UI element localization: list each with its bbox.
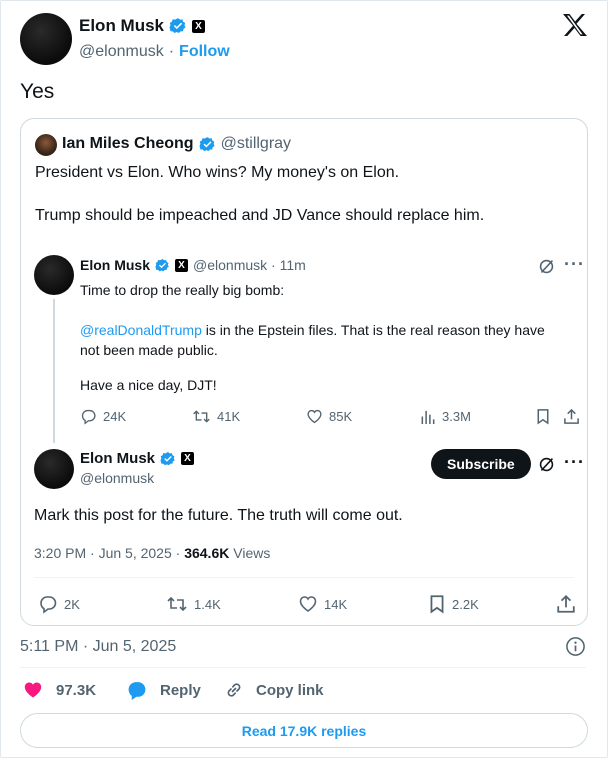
quoted-author-handle[interactable]: @stillgray: [221, 135, 291, 153]
quoted-author-name[interactable]: Ian Miles Cheong: [62, 135, 194, 153]
x-affiliate-badge-icon: X: [192, 19, 206, 33]
inner-repost-count: 41K: [217, 409, 241, 424]
link-icon: [227, 683, 241, 697]
more-options-icon[interactable]: ···: [564, 254, 585, 275]
x-logo-icon[interactable]: [562, 13, 588, 37]
inner-views-count: 3.3M: [442, 409, 471, 424]
quoted-author-row: Ian Miles Cheong @stillgray: [62, 135, 291, 153]
inner-author-handle-time: @elonmusk · 11m: [193, 257, 306, 273]
second-bookmark-action[interactable]: 2.2K: [428, 594, 479, 614]
second-author-name[interactable]: Elon Musk: [80, 450, 155, 467]
grok-icon[interactable]: [538, 456, 555, 473]
bookmark-icon: [430, 595, 444, 614]
reply-icon: [40, 596, 57, 614]
second-like-count: 14K: [324, 596, 348, 612]
inner-text-line2: @realDonaldTrump is in the Epstein files…: [80, 320, 580, 360]
inner-views-action[interactable]: 3.3M: [420, 408, 471, 425]
inner-reply-count: 24K: [103, 409, 127, 424]
quoted-author-avatar[interactable]: [35, 134, 57, 156]
views-icon: [421, 410, 435, 425]
verified-badge-icon: [169, 18, 186, 34]
divider: [20, 667, 586, 668]
x-affiliate-badge-icon: X: [181, 452, 195, 465]
inner-text-line2-cont: not been made public.: [80, 342, 218, 358]
like-count: 97.3K: [56, 681, 97, 699]
second-author-avatar[interactable]: [34, 449, 74, 489]
like-action[interactable]: 97.3K: [22, 680, 96, 700]
grok-icon[interactable]: [538, 258, 555, 275]
mention-link[interactable]: @realDonaldTrump: [80, 322, 202, 338]
author-handle[interactable]: @elonmusk: [79, 43, 164, 61]
follow-link[interactable]: Follow: [179, 43, 230, 61]
second-like-action[interactable]: 14K: [298, 594, 347, 614]
second-reply-count: 2K: [64, 596, 80, 612]
heart-icon: [299, 596, 317, 612]
second-post-meta: 3:20 PM · Jun 5, 2025 · 364.6K Views: [34, 545, 270, 561]
heart-icon: [307, 409, 322, 424]
inner-text-line2-rest: is in the Epstein files. That is the rea…: [201, 322, 545, 338]
divider: [34, 577, 574, 578]
inner-author-name[interactable]: Elon Musk: [80, 257, 150, 273]
reply-filled-icon: [128, 682, 146, 700]
second-author-row: Elon Musk X: [80, 450, 195, 467]
bookmark-icon[interactable]: [535, 408, 551, 425]
repost-icon: [193, 410, 210, 423]
tweet-text: Yes: [20, 80, 55, 103]
verified-badge-icon: [160, 451, 175, 465]
thread-connector-line: [53, 299, 55, 443]
inner-repost-action[interactable]: 41K: [192, 408, 240, 425]
second-author-handle[interactable]: @elonmusk: [80, 470, 154, 486]
info-icon[interactable]: [565, 636, 586, 657]
second-bookmark-count: 2.2K: [452, 596, 479, 612]
repost-icon: [167, 596, 187, 612]
share-icon[interactable]: [556, 594, 576, 614]
second-post-views-count: 364.6K: [184, 545, 230, 561]
tweet-timestamp[interactable]: 5:11 PM · Jun 5, 2025: [20, 638, 176, 656]
inner-author-avatar[interactable]: [34, 255, 74, 295]
quoted-text-line1: President vs Elon. Who wins? My money's …: [35, 164, 400, 181]
inner-text-line1: Time to drop the really big bomb:: [80, 282, 285, 298]
author-name[interactable]: Elon Musk: [79, 16, 164, 36]
inner-text-line3: Have a nice day, DJT!: [80, 377, 217, 393]
separator-dot: ·: [168, 43, 175, 60]
inner-reply-action[interactable]: 24K: [80, 408, 126, 425]
second-reply-action[interactable]: 2K: [38, 594, 80, 614]
subscribe-button[interactable]: Subscribe: [431, 449, 531, 479]
author-name-row: Elon Musk X: [79, 16, 206, 36]
reply-icon: [81, 409, 96, 425]
copy-link-label: Copy link: [256, 681, 324, 699]
author-avatar[interactable]: [20, 13, 72, 65]
second-post-views-label: Views: [229, 545, 271, 561]
inner-author-row: Elon Musk X @elonmusk · 11m: [80, 257, 306, 273]
quoted-text-line2: Trump should be impeached and JD Vance s…: [35, 207, 485, 224]
verified-badge-icon: [199, 136, 215, 151]
read-replies-button[interactable]: Read 17.9K replies: [20, 713, 588, 748]
second-repost-count: 1.4K: [194, 596, 221, 612]
verified-badge-icon: [155, 258, 169, 271]
reply-action[interactable]: Reply: [126, 680, 201, 701]
heart-filled-icon: [24, 682, 42, 698]
inner-like-count: 85K: [329, 409, 353, 424]
x-affiliate-badge-icon: X: [175, 258, 189, 272]
second-post-text: Mark this post for the future. The truth…: [34, 507, 403, 524]
copy-link-action[interactable]: Copy link: [224, 680, 324, 700]
second-repost-action[interactable]: 1.4K: [166, 594, 221, 614]
reply-label: Reply: [160, 682, 201, 699]
share-icon[interactable]: [563, 408, 580, 425]
more-options-icon[interactable]: ···: [564, 452, 585, 473]
inner-like-action[interactable]: 85K: [306, 408, 352, 425]
second-post-time[interactable]: 3:20 PM · Jun 5, 2025 ·: [34, 545, 184, 561]
author-handle-row: @elonmusk · Follow: [79, 43, 230, 61]
